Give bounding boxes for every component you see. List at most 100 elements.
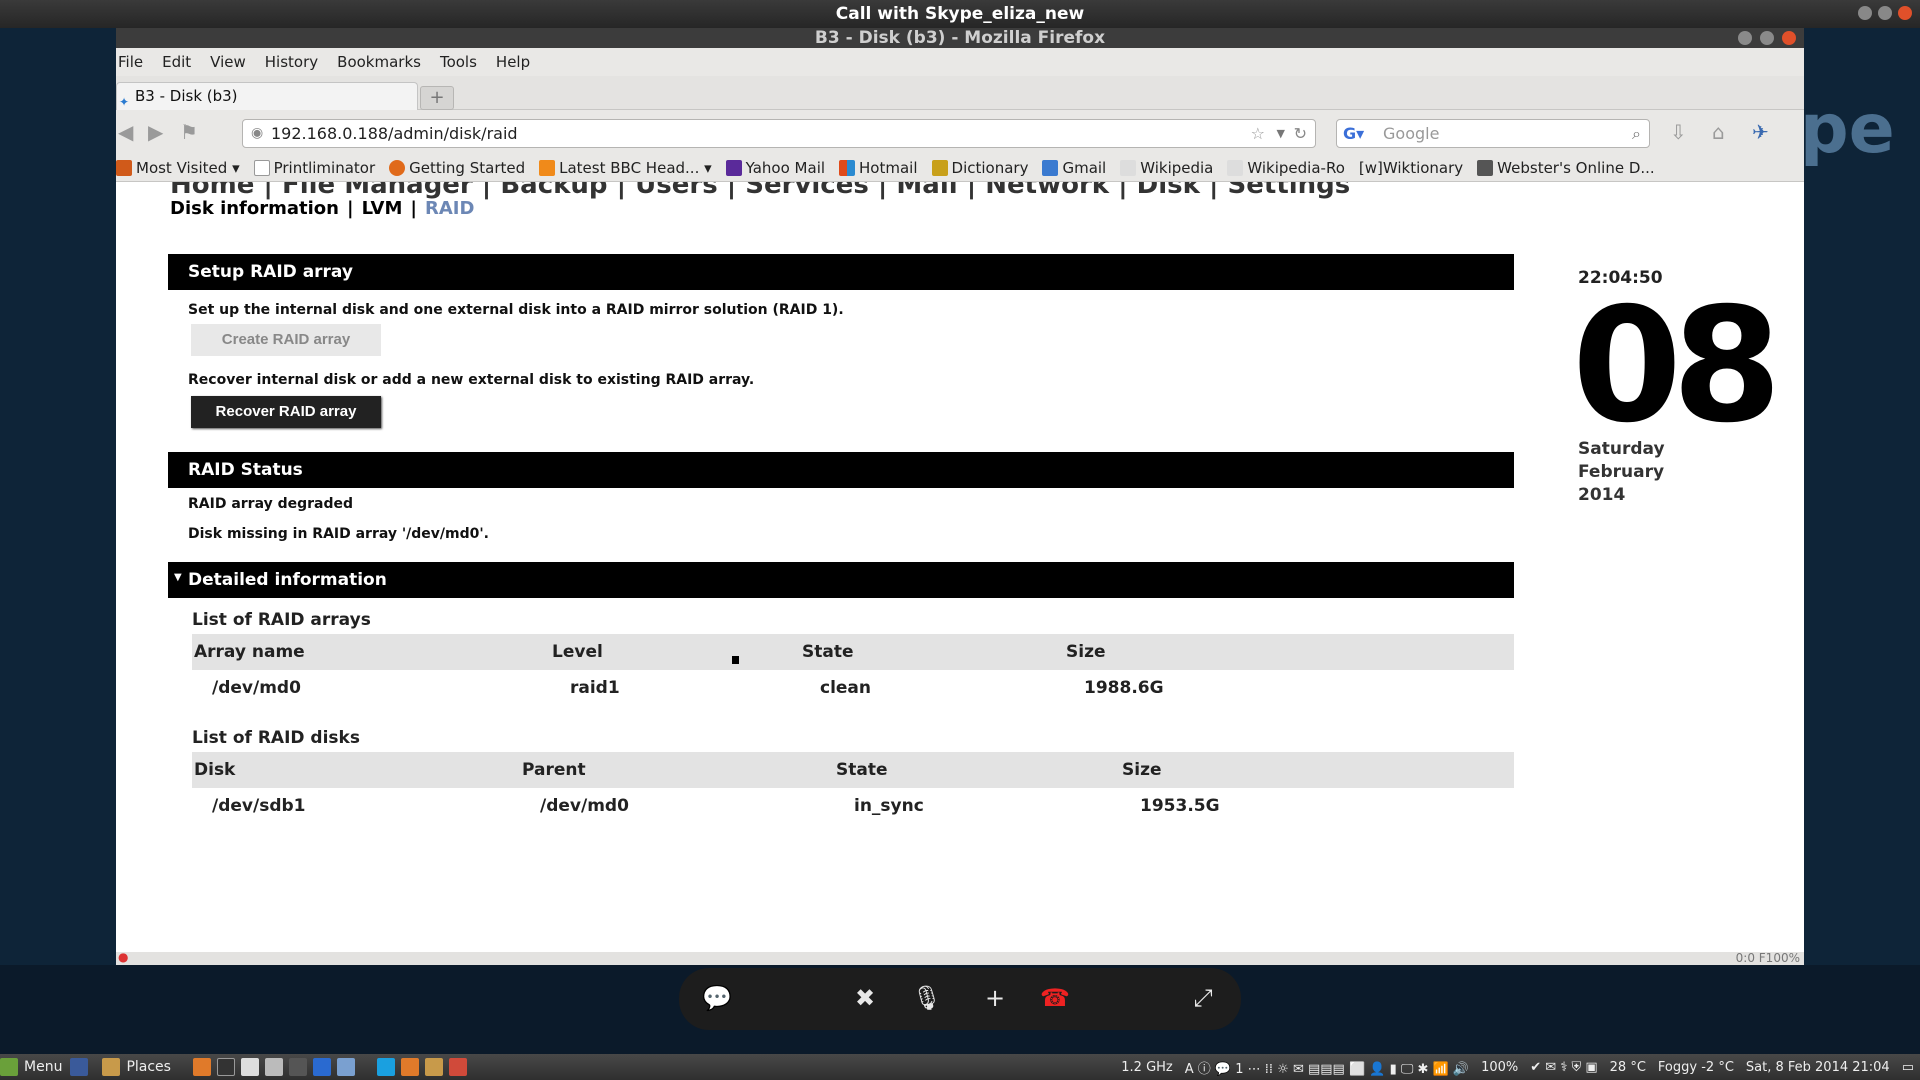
end-call-icon[interactable]: ☎ bbox=[1037, 980, 1073, 1016]
bookmark-wiktionary[interactable]: [w]Wiktionary bbox=[1359, 159, 1463, 177]
col-state: State bbox=[836, 760, 888, 780]
menu-history[interactable]: History bbox=[265, 53, 318, 71]
cell-disk: /dev/sdb1 bbox=[212, 796, 306, 816]
menu-edit[interactable]: Edit bbox=[162, 53, 191, 71]
bookmark-websters[interactable]: Webster's Online D... bbox=[1477, 159, 1655, 177]
terminal-icon[interactable] bbox=[216, 1058, 235, 1076]
home-icon[interactable]: ⌂ bbox=[1712, 120, 1725, 144]
url-bar[interactable]: ◉ 192.168.0.188/admin/disk/raid ☆ ▼ ↻ bbox=[242, 119, 1316, 148]
call-controls: 💬 ✖ 🎙 + ☎ ⤢ bbox=[679, 968, 1241, 1030]
navigation-bar: ◀ ▶ ⚑ ◉ 192.168.0.188/admin/disk/raid ☆ … bbox=[116, 110, 1804, 154]
websters-icon bbox=[1477, 159, 1494, 176]
search-placeholder: Google bbox=[1383, 124, 1440, 143]
taskbar-windows bbox=[376, 1058, 473, 1076]
chat-icon[interactable]: 💬 bbox=[699, 980, 735, 1016]
app-window-icon[interactable] bbox=[448, 1058, 467, 1076]
extension-icon[interactable]: ✈ bbox=[1752, 120, 1769, 144]
maximize-icon[interactable] bbox=[1878, 6, 1892, 20]
new-tab-button[interactable]: + bbox=[420, 86, 454, 110]
setup-raid-header: Setup RAID array bbox=[168, 254, 1514, 290]
tab-disk[interactable]: ✦ B3 - Disk (b3) bbox=[116, 82, 418, 110]
video-off-icon[interactable]: ✖ bbox=[847, 980, 883, 1016]
taskbar-menu[interactable]: Menu bbox=[0, 1058, 62, 1076]
add-icon[interactable]: + bbox=[977, 980, 1013, 1016]
minimize-icon[interactable] bbox=[1858, 6, 1872, 20]
app-icon[interactable] bbox=[288, 1058, 307, 1076]
bookmark-bbc[interactable]: Latest BBC Head... ▾ bbox=[539, 159, 712, 177]
clock-weekday: Saturday bbox=[1578, 439, 1665, 459]
text-editor-icon[interactable] bbox=[240, 1058, 259, 1076]
q-app-icon[interactable] bbox=[312, 1058, 331, 1076]
bookmark-hotmail[interactable]: Hotmail bbox=[839, 159, 918, 177]
maximize-icon[interactable] bbox=[1760, 31, 1774, 45]
clock-day: 08 bbox=[1572, 274, 1782, 458]
identity-icon[interactable]: ⚑ bbox=[180, 120, 198, 144]
show-desktop-icon[interactable]: ▭ bbox=[1902, 1060, 1914, 1075]
calculator-icon[interactable] bbox=[264, 1058, 283, 1076]
cell-size: 1953.5G bbox=[1140, 796, 1220, 816]
status-addon-icon[interactable]: ● bbox=[118, 950, 128, 964]
bookmark-most-visited[interactable]: Most Visited ▾ bbox=[116, 159, 240, 177]
subnav-disk-information[interactable]: Disk information bbox=[170, 198, 339, 219]
minimize-icon[interactable] bbox=[1738, 31, 1752, 45]
bookmark-getting-started[interactable]: Getting Started bbox=[389, 159, 525, 177]
search-engine-icon[interactable]: G▾ bbox=[1343, 120, 1364, 147]
workspace-icon bbox=[70, 1058, 89, 1076]
download-icon[interactable]: ⇩ bbox=[1670, 120, 1687, 144]
menu-help[interactable]: Help bbox=[496, 53, 530, 71]
back-icon[interactable]: ◀ bbox=[118, 120, 133, 144]
skype-window-title: Call with Skype_eliza_new bbox=[0, 0, 1920, 28]
menu-bookmarks[interactable]: Bookmarks bbox=[337, 53, 421, 71]
create-raid-button[interactable]: Create RAID array bbox=[191, 324, 381, 356]
bookmark-star-icon[interactable]: ☆ bbox=[1251, 120, 1265, 147]
reload-icon[interactable]: ↻ bbox=[1294, 120, 1307, 147]
fullscreen-icon[interactable]: ⤢ bbox=[1185, 980, 1221, 1016]
skype-icon[interactable] bbox=[376, 1058, 395, 1076]
date-time[interactable]: Sat, 8 Feb 2014 21:04 bbox=[1746, 1060, 1890, 1075]
forward-icon[interactable]: ▶ bbox=[148, 120, 163, 144]
recover-raid-button[interactable]: Recover RAID array bbox=[191, 396, 381, 428]
url-dropdown-icon[interactable]: ▼ bbox=[1277, 120, 1285, 147]
cell-state: in_sync bbox=[854, 796, 924, 816]
raid-disks-header: Disk Parent State Size bbox=[192, 752, 1514, 788]
bookmark-printliminator[interactable]: Printliminator bbox=[253, 159, 375, 177]
close-icon[interactable] bbox=[1898, 6, 1912, 20]
tray-icons[interactable]: A ⓘ 💬 1 ⋯ ⁞⁞ ☼ ✉ ▤▤▤ ⬜ 👤 ▮ 🖵 ✱ 📶 🔊 bbox=[1185, 1058, 1469, 1077]
system-tray: 1.2 GHz A ⓘ 💬 1 ⋯ ⁞⁞ ☼ ✉ ▤▤▤ ⬜ 👤 ▮ 🖵 ✱ 📶… bbox=[1109, 1054, 1914, 1080]
setup-description: Set up the internal disk and one externa… bbox=[188, 302, 844, 318]
bookmark-wikipedia-ro[interactable]: Wikipedia-Ro bbox=[1227, 159, 1345, 177]
bookmark-gmail[interactable]: Gmail bbox=[1042, 159, 1106, 177]
cursor-mark bbox=[732, 656, 739, 664]
taskbar-places[interactable]: Places bbox=[102, 1058, 171, 1076]
globe-icon: ◉ bbox=[251, 125, 264, 141]
firefox-icon bbox=[389, 159, 406, 176]
taskbar-workspace[interactable] bbox=[70, 1058, 94, 1076]
col-size: Size bbox=[1122, 760, 1162, 780]
battery-level[interactable]: 100% bbox=[1481, 1060, 1518, 1075]
image-viewer-icon[interactable] bbox=[336, 1058, 355, 1076]
firefox-window-icon[interactable] bbox=[400, 1058, 419, 1076]
col-disk: Disk bbox=[194, 760, 236, 780]
cpu-frequency[interactable]: 1.2 GHz bbox=[1121, 1060, 1172, 1075]
bookmark-wikipedia[interactable]: Wikipedia bbox=[1120, 159, 1213, 177]
search-bar[interactable]: G▾ Google ⌕ bbox=[1336, 119, 1650, 148]
bookmark-yahoo-mail[interactable]: Yahoo Mail bbox=[725, 159, 825, 177]
table-row: /dev/sdb1 /dev/md0 in_sync 1953.5G bbox=[192, 790, 1514, 822]
detailed-info-header[interactable]: ▼ Detailed information bbox=[168, 562, 1514, 598]
menu-tools[interactable]: Tools bbox=[440, 53, 477, 71]
subnav-lvm[interactable]: LVM bbox=[362, 198, 403, 219]
menu-file[interactable]: File bbox=[118, 53, 143, 71]
menu-view[interactable]: View bbox=[210, 53, 246, 71]
file-manager-icon[interactable] bbox=[424, 1058, 443, 1076]
wikipedia-icon bbox=[1120, 159, 1137, 176]
bookmark-dictionary[interactable]: Dictionary bbox=[931, 159, 1028, 177]
subnav-raid[interactable]: RAID bbox=[425, 198, 474, 219]
weather[interactable]: Foggy -2 °C bbox=[1658, 1060, 1734, 1075]
firefox-icon[interactable] bbox=[192, 1058, 211, 1076]
close-icon[interactable] bbox=[1782, 31, 1796, 45]
microphone-icon[interactable]: 🎙 bbox=[909, 980, 945, 1016]
search-icon[interactable]: ⌕ bbox=[1632, 120, 1641, 147]
bookmark-icon bbox=[116, 159, 132, 176]
tray-status-icons[interactable]: ✔ ✉ ⚕ ⛨ ▣ bbox=[1530, 1060, 1597, 1075]
google-icon bbox=[1042, 159, 1059, 176]
